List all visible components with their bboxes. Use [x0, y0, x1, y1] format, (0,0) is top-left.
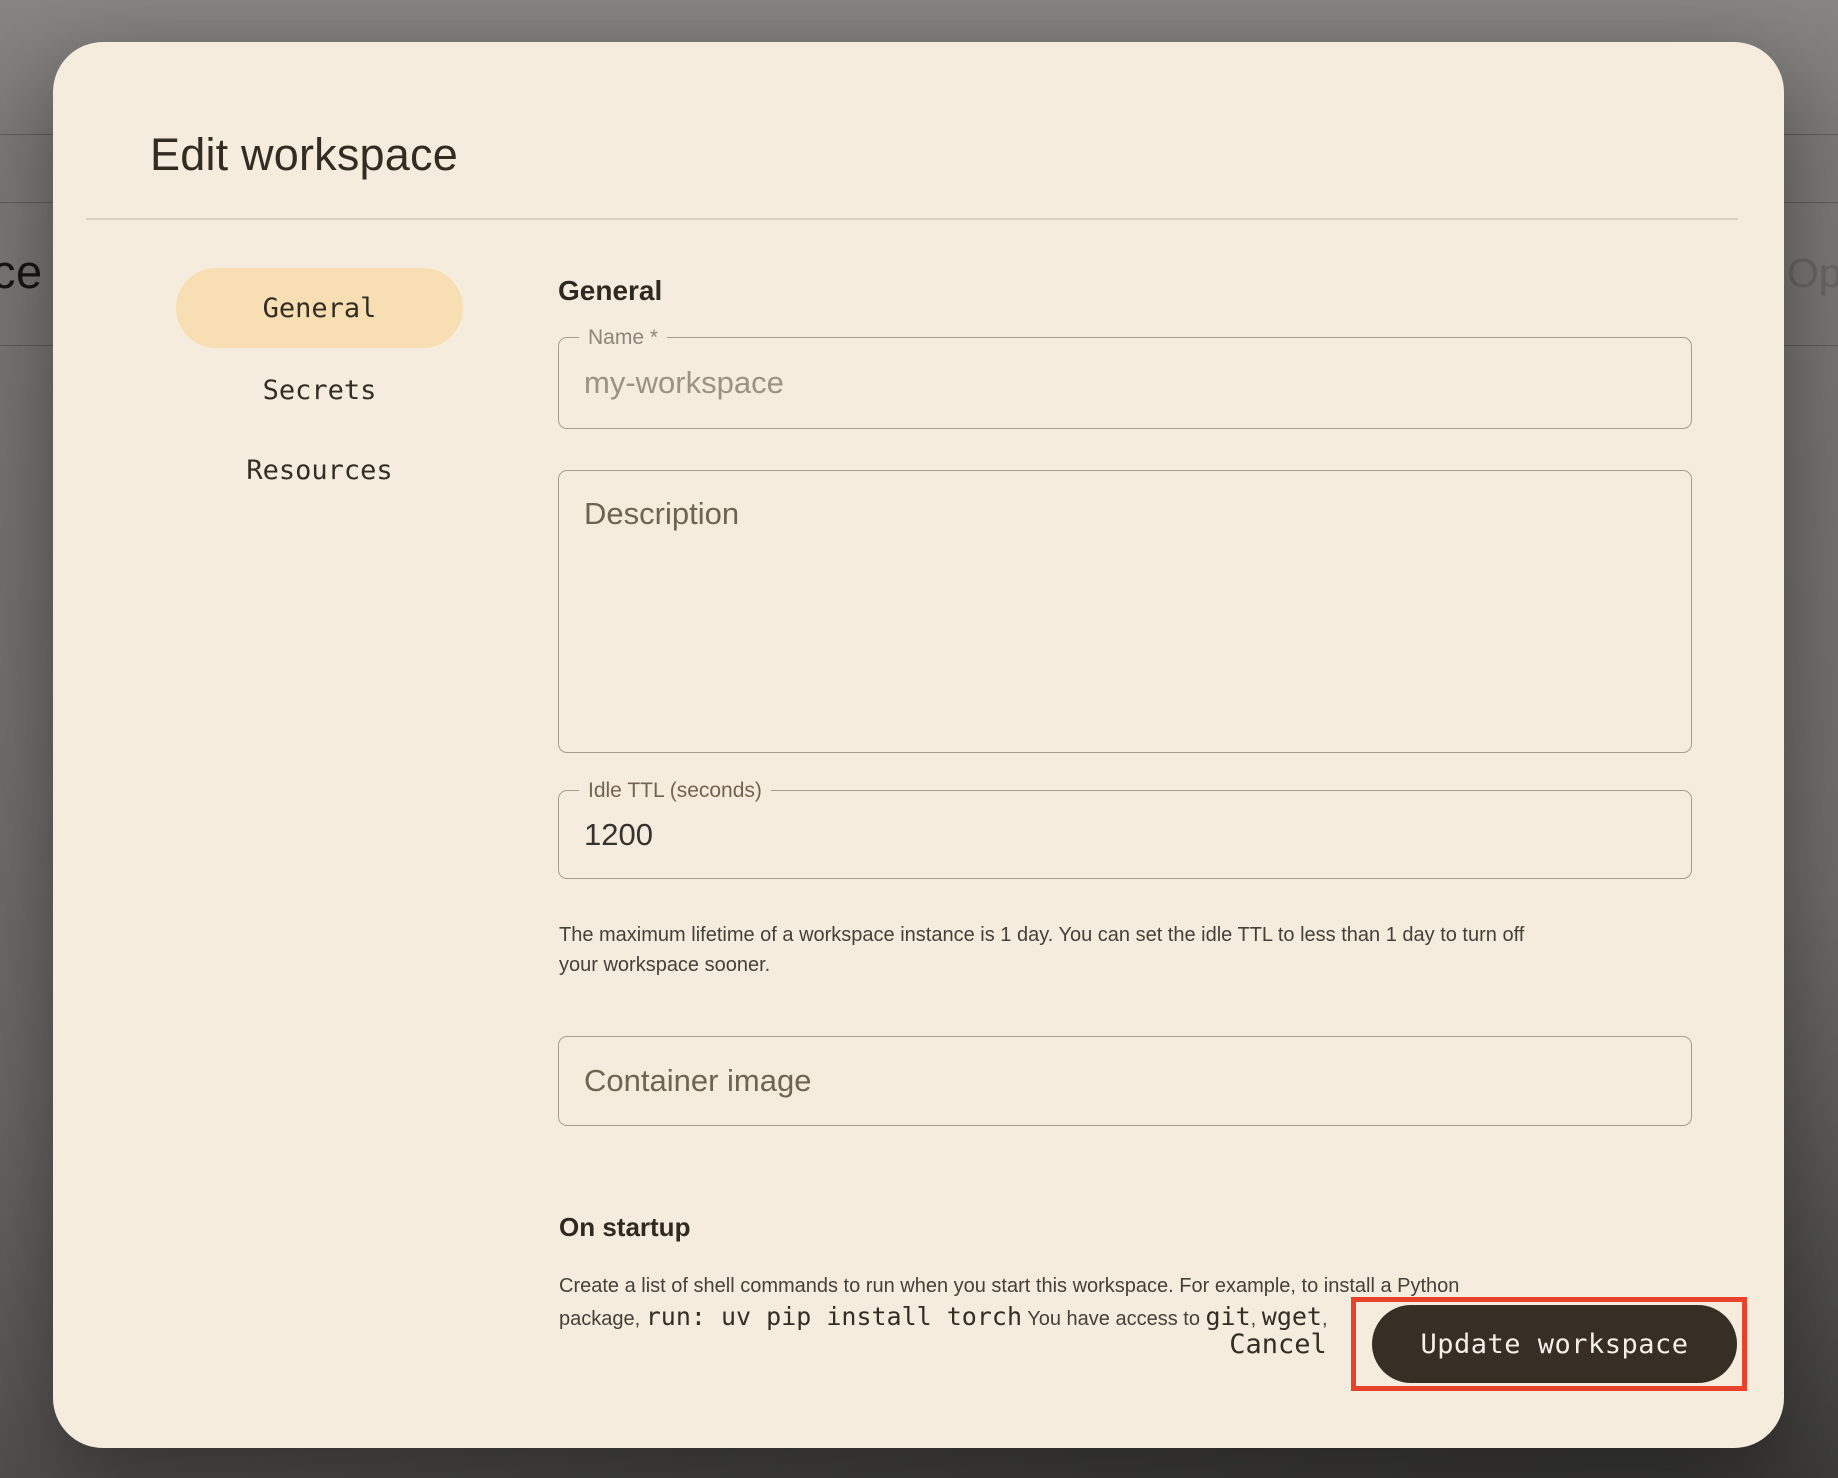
startup-text: You have access to — [1022, 1308, 1206, 1330]
screen: ce Ope Edit workspace General Secrets Re… — [0, 0, 1838, 1478]
idle-ttl-helper-text: The maximum lifetime of a workspace inst… — [559, 924, 1525, 946]
container-image-field-outline — [558, 1036, 1692, 1126]
description-textarea[interactable] — [559, 471, 1691, 752]
tab-secrets[interactable]: Secrets — [176, 360, 463, 420]
startup-code-run-command: run: uv pip install torch — [645, 1302, 1023, 1331]
idle-ttl-helper-text: your workspace sooner. — [559, 954, 771, 976]
title-divider — [86, 218, 1738, 220]
idle-ttl-field-outline: Idle TTL (seconds) — [558, 779, 1692, 879]
edit-workspace-dialog: Edit workspace General Secrets Resources… — [53, 42, 1784, 1448]
tab-resources[interactable]: Resources — [176, 440, 463, 500]
background-open-link-clipped: Ope — [1787, 250, 1838, 296]
name-field-outline: Name * — [558, 326, 1692, 429]
idle-ttl-input[interactable] — [559, 791, 1691, 878]
startup-text: package, — [559, 1308, 646, 1330]
cancel-button[interactable]: Cancel — [1218, 1324, 1338, 1364]
description-field-outline — [558, 470, 1692, 753]
on-startup-description-line2: package, run: uv pip install torch You h… — [559, 1298, 1328, 1338]
section-heading-general: General — [558, 275, 663, 306]
name-input[interactable] — [559, 338, 1691, 428]
dialog-title: Edit workspace — [150, 129, 458, 180]
background-clipped-text: ce — [0, 245, 43, 298]
container-image-input[interactable] — [559, 1037, 1691, 1125]
update-workspace-button[interactable]: Update workspace — [1372, 1305, 1737, 1383]
on-startup-heading: On startup — [559, 1212, 691, 1242]
tab-general[interactable]: General — [176, 268, 463, 348]
on-startup-description-line1: Create a list of shell commands to run w… — [559, 1275, 1460, 1297]
name-field-label: Name * — [579, 326, 668, 349]
idle-ttl-field-label: Idle TTL (seconds) — [579, 779, 771, 802]
